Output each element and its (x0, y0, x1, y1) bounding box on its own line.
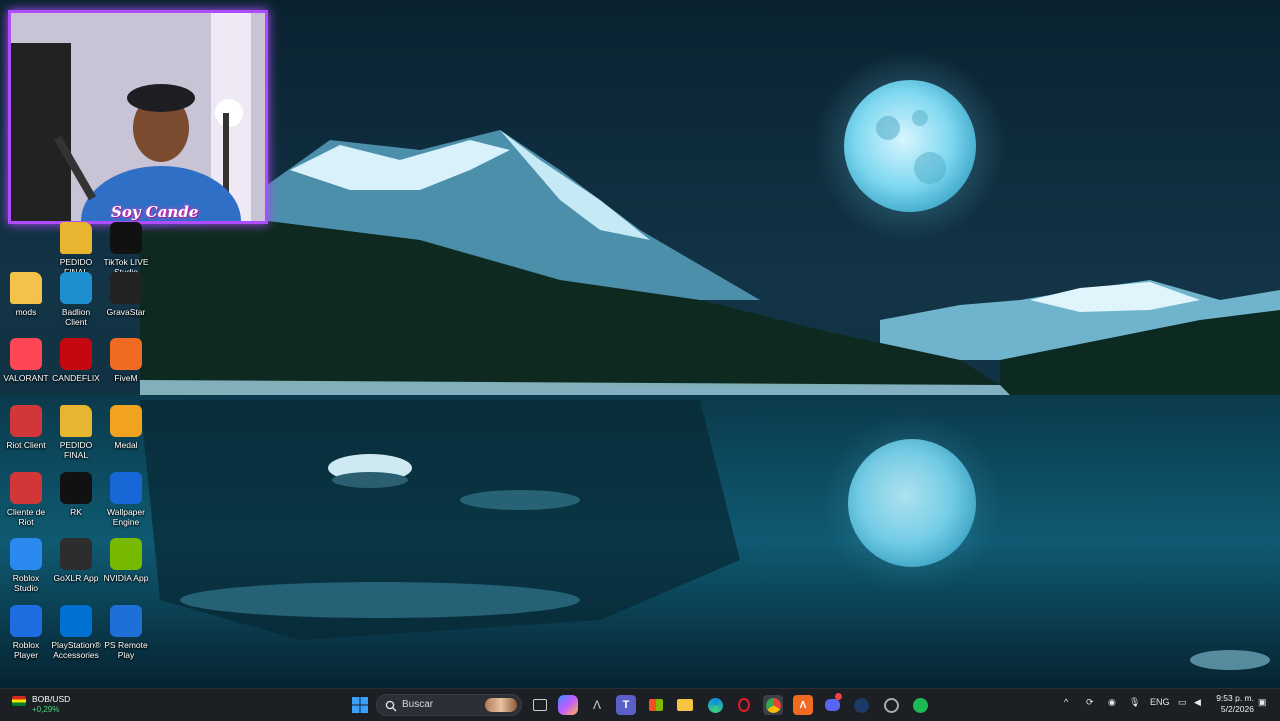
desktop-icon[interactable]: Badlion Client (50, 272, 102, 327)
ps-remote-play-icon (110, 605, 142, 637)
search-input[interactable]: Buscar (376, 694, 522, 716)
fivem-taskbar-icon[interactable]: Λ (793, 695, 813, 715)
goxlr-icon (60, 538, 92, 570)
chevron-up-icon[interactable]: ^ (1064, 697, 1068, 707)
language-indicator[interactable]: ENG (1150, 697, 1170, 707)
webcam-overlay-text: Soy Cande (111, 203, 199, 221)
start-icon[interactable] (350, 695, 370, 715)
opera-icon[interactable] (734, 695, 754, 715)
flag-icon (12, 696, 26, 706)
webcam-overlay: Soy Cande (8, 10, 268, 224)
desktop-icon-label: PEDIDO FINAL (59, 440, 93, 460)
roblox-icon (10, 605, 42, 637)
task-view-icon[interactable] (530, 695, 550, 715)
store-icon[interactable] (646, 695, 666, 715)
taskbar: BOB/USD +0,29% Buscar Λ T Λ ^ ⟳ ◉ 🎙 ENG … (0, 688, 1280, 721)
wallpaper-engine-icon (110, 472, 142, 504)
folder-icon (60, 222, 92, 254)
widget-change: +0,29% (32, 705, 60, 714)
desktop-icon-label: mods (15, 307, 37, 317)
desktop-icon[interactable]: PS Remote Play (100, 605, 152, 660)
spotify-icon[interactable] (910, 695, 930, 715)
gravastar-icon (110, 272, 142, 304)
desktop-icon[interactable]: CANDEFLIX (50, 338, 102, 383)
desktop-icon-label: Roblox Player (12, 640, 40, 660)
riot-icon (10, 405, 42, 437)
desktop-icon[interactable]: PlayStation® Accessories (50, 605, 102, 660)
desktop-icon-label: Badlion Client (61, 307, 91, 327)
desktop-icon-label: GoXLR App (53, 573, 99, 583)
clock-date: 5/2/2026 (1220, 704, 1254, 714)
search-highlight-icon (485, 698, 517, 712)
desktop-icon[interactable]: Wallpaper Engine (100, 472, 152, 527)
desktop-icon-label: RK (70, 507, 82, 517)
color-picker-icon[interactable]: ◉ (1108, 697, 1116, 708)
desktop-icon[interactable]: RK (50, 472, 102, 517)
search-icon (385, 699, 397, 717)
file-explorer-icon[interactable] (675, 695, 695, 715)
desktop-icon-label: Roblox Studio (12, 573, 40, 593)
edge-icon[interactable] (705, 695, 725, 715)
roblox-studio-icon (10, 538, 42, 570)
playstation-icon (60, 605, 92, 637)
desktop-icon[interactable]: Roblox Player (0, 605, 52, 660)
desktop-icon[interactable]: GoXLR App (50, 538, 102, 583)
fivem-icon (110, 338, 142, 370)
desktop-icon-label: PS Remote Play (104, 640, 148, 660)
candeflix-icon (60, 338, 92, 370)
microphone-icon[interactable]: 🎙 (1129, 697, 1140, 708)
teams-icon[interactable]: T (616, 695, 636, 715)
steam-icon[interactable] (851, 695, 871, 715)
riot-icon (10, 472, 42, 504)
desktop-icon-label: GravaStar (106, 307, 146, 317)
desktop-icon[interactable]: Roblox Studio (0, 538, 52, 593)
desktop-icon[interactable]: Cliente de Riot (0, 472, 52, 527)
riot-taskbar-icon[interactable] (881, 695, 901, 715)
medal-icon (110, 405, 142, 437)
desktop-icon[interactable]: VALORANT (0, 338, 52, 383)
badlion-icon (60, 272, 92, 304)
volume-icon[interactable]: ◀ (1194, 697, 1201, 708)
desktop-icon[interactable]: FiveM (100, 338, 152, 383)
desktop-icon[interactable]: PEDIDO FINAL (50, 405, 102, 460)
desktop-icon-label: Riot Client (6, 440, 46, 450)
rk-icon (60, 472, 92, 504)
valorant-icon (10, 338, 42, 370)
discord-icon[interactable] (822, 693, 842, 715)
desktop-icon-label: Wallpaper Engine (107, 507, 145, 527)
desktop-icon[interactable]: Riot Client (0, 405, 52, 450)
clock[interactable]: 9:53 p. m. 5/2/2026 (1212, 693, 1254, 715)
desktop-icon[interactable]: Medal (100, 405, 152, 450)
desktop-icon-label: NVIDIA App (103, 573, 149, 583)
folder-icon (60, 405, 92, 437)
desktop-icon[interactable]: NVIDIA App (100, 538, 152, 583)
desktop-icon-label: VALORANT (3, 373, 49, 383)
desktop-icon-label: FiveM (114, 373, 138, 383)
desktop-icon[interactable]: PEDIDO FINAL (50, 222, 102, 277)
desktop-icon-label: PlayStation® Accessories (51, 640, 101, 660)
nvidia-icon (110, 538, 142, 570)
notification-icon[interactable]: ▣ (1258, 697, 1267, 708)
desktop-icon-label: Cliente de Riot (6, 507, 46, 527)
clock-time: 9:53 p. m. (1216, 693, 1254, 703)
chrome-icon[interactable] (763, 695, 783, 715)
wifi-icon[interactable]: ▭ (1178, 697, 1187, 708)
copilot-icon[interactable] (558, 695, 578, 715)
desktop-icon-label: Medal (114, 440, 138, 450)
desktop-icon[interactable]: GravaStar (100, 272, 152, 317)
folder-icon (10, 272, 42, 304)
desktop-icon-label: CANDEFLIX (52, 373, 100, 383)
sync-icon[interactable]: ⟳ (1086, 697, 1094, 708)
tiktok-icon (110, 222, 142, 254)
widget-symbol: BOB/USD (32, 694, 71, 704)
desktop-icon[interactable]: mods (0, 272, 52, 317)
desktop-icon[interactable]: TikTok LIVE Studio (100, 222, 152, 277)
vpn-icon[interactable]: Λ (587, 695, 607, 715)
search-placeholder: Buscar (402, 699, 434, 710)
